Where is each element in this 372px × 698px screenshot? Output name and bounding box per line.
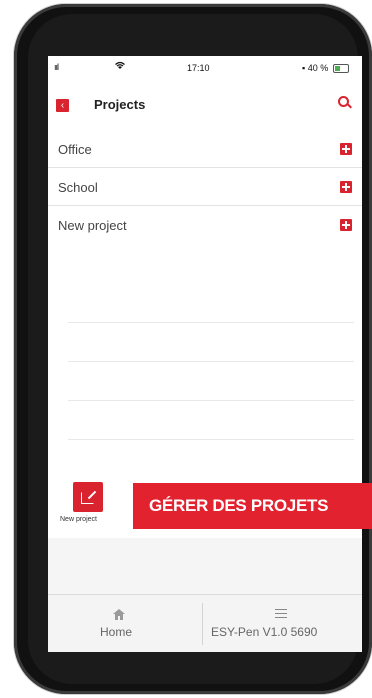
bottom-nav: Home ESY-Pen V1.0 5690	[48, 594, 362, 652]
add-icon[interactable]	[340, 143, 352, 155]
add-icon[interactable]	[340, 181, 352, 193]
page-title: Projects	[94, 97, 146, 112]
promo-text: GÉRER DES PROJETS	[149, 496, 329, 515]
project-name: Office	[58, 142, 92, 157]
new-project-button[interactable]	[73, 482, 103, 512]
project-list: Office School New project	[48, 130, 362, 243]
signal-icon: ııl	[54, 62, 59, 72]
list-divider	[68, 284, 354, 323]
project-name: New project	[58, 218, 127, 233]
nav-home[interactable]: Home	[48, 595, 202, 652]
battery-percent: 40 %	[307, 63, 329, 73]
list-divider	[68, 401, 354, 440]
nav-settings[interactable]: ESY-Pen V1.0 5690	[203, 595, 362, 652]
project-row-new-project[interactable]: New project	[48, 205, 362, 243]
nav-home-label: Home	[100, 625, 133, 639]
app-header: ‹ Projects	[48, 84, 362, 120]
lock-icon: ▪	[302, 63, 306, 73]
status-bar: ııl 17:10 ▪ 40 %	[48, 56, 362, 80]
promo-banner: GÉRER DES PROJETS	[133, 483, 372, 529]
project-row-office[interactable]: Office	[48, 130, 362, 167]
list-divider	[68, 362, 354, 401]
spacer-band	[48, 538, 362, 594]
search-button[interactable]	[338, 96, 352, 110]
battery-icon	[332, 64, 349, 74]
project-name: School	[58, 180, 98, 195]
new-project-label: New project	[60, 516, 97, 523]
wifi-icon	[114, 59, 126, 73]
back-button[interactable]: ‹	[56, 99, 69, 112]
battery-indicator: ▪ 40 %	[302, 63, 349, 74]
project-row-school[interactable]: School	[48, 167, 362, 205]
back-icon: ‹	[60, 100, 65, 111]
empty-list-area	[68, 284, 354, 479]
status-time: 17:10	[187, 63, 210, 73]
home-icon	[113, 609, 125, 623]
list-divider	[68, 323, 354, 362]
app-screen: ııl 17:10 ▪ 40 % ‹ Projects Office Schoo…	[48, 56, 362, 652]
add-icon[interactable]	[340, 219, 352, 231]
nav-settings-label: ESY-Pen V1.0 5690	[211, 625, 318, 639]
sliders-icon	[275, 607, 287, 619]
